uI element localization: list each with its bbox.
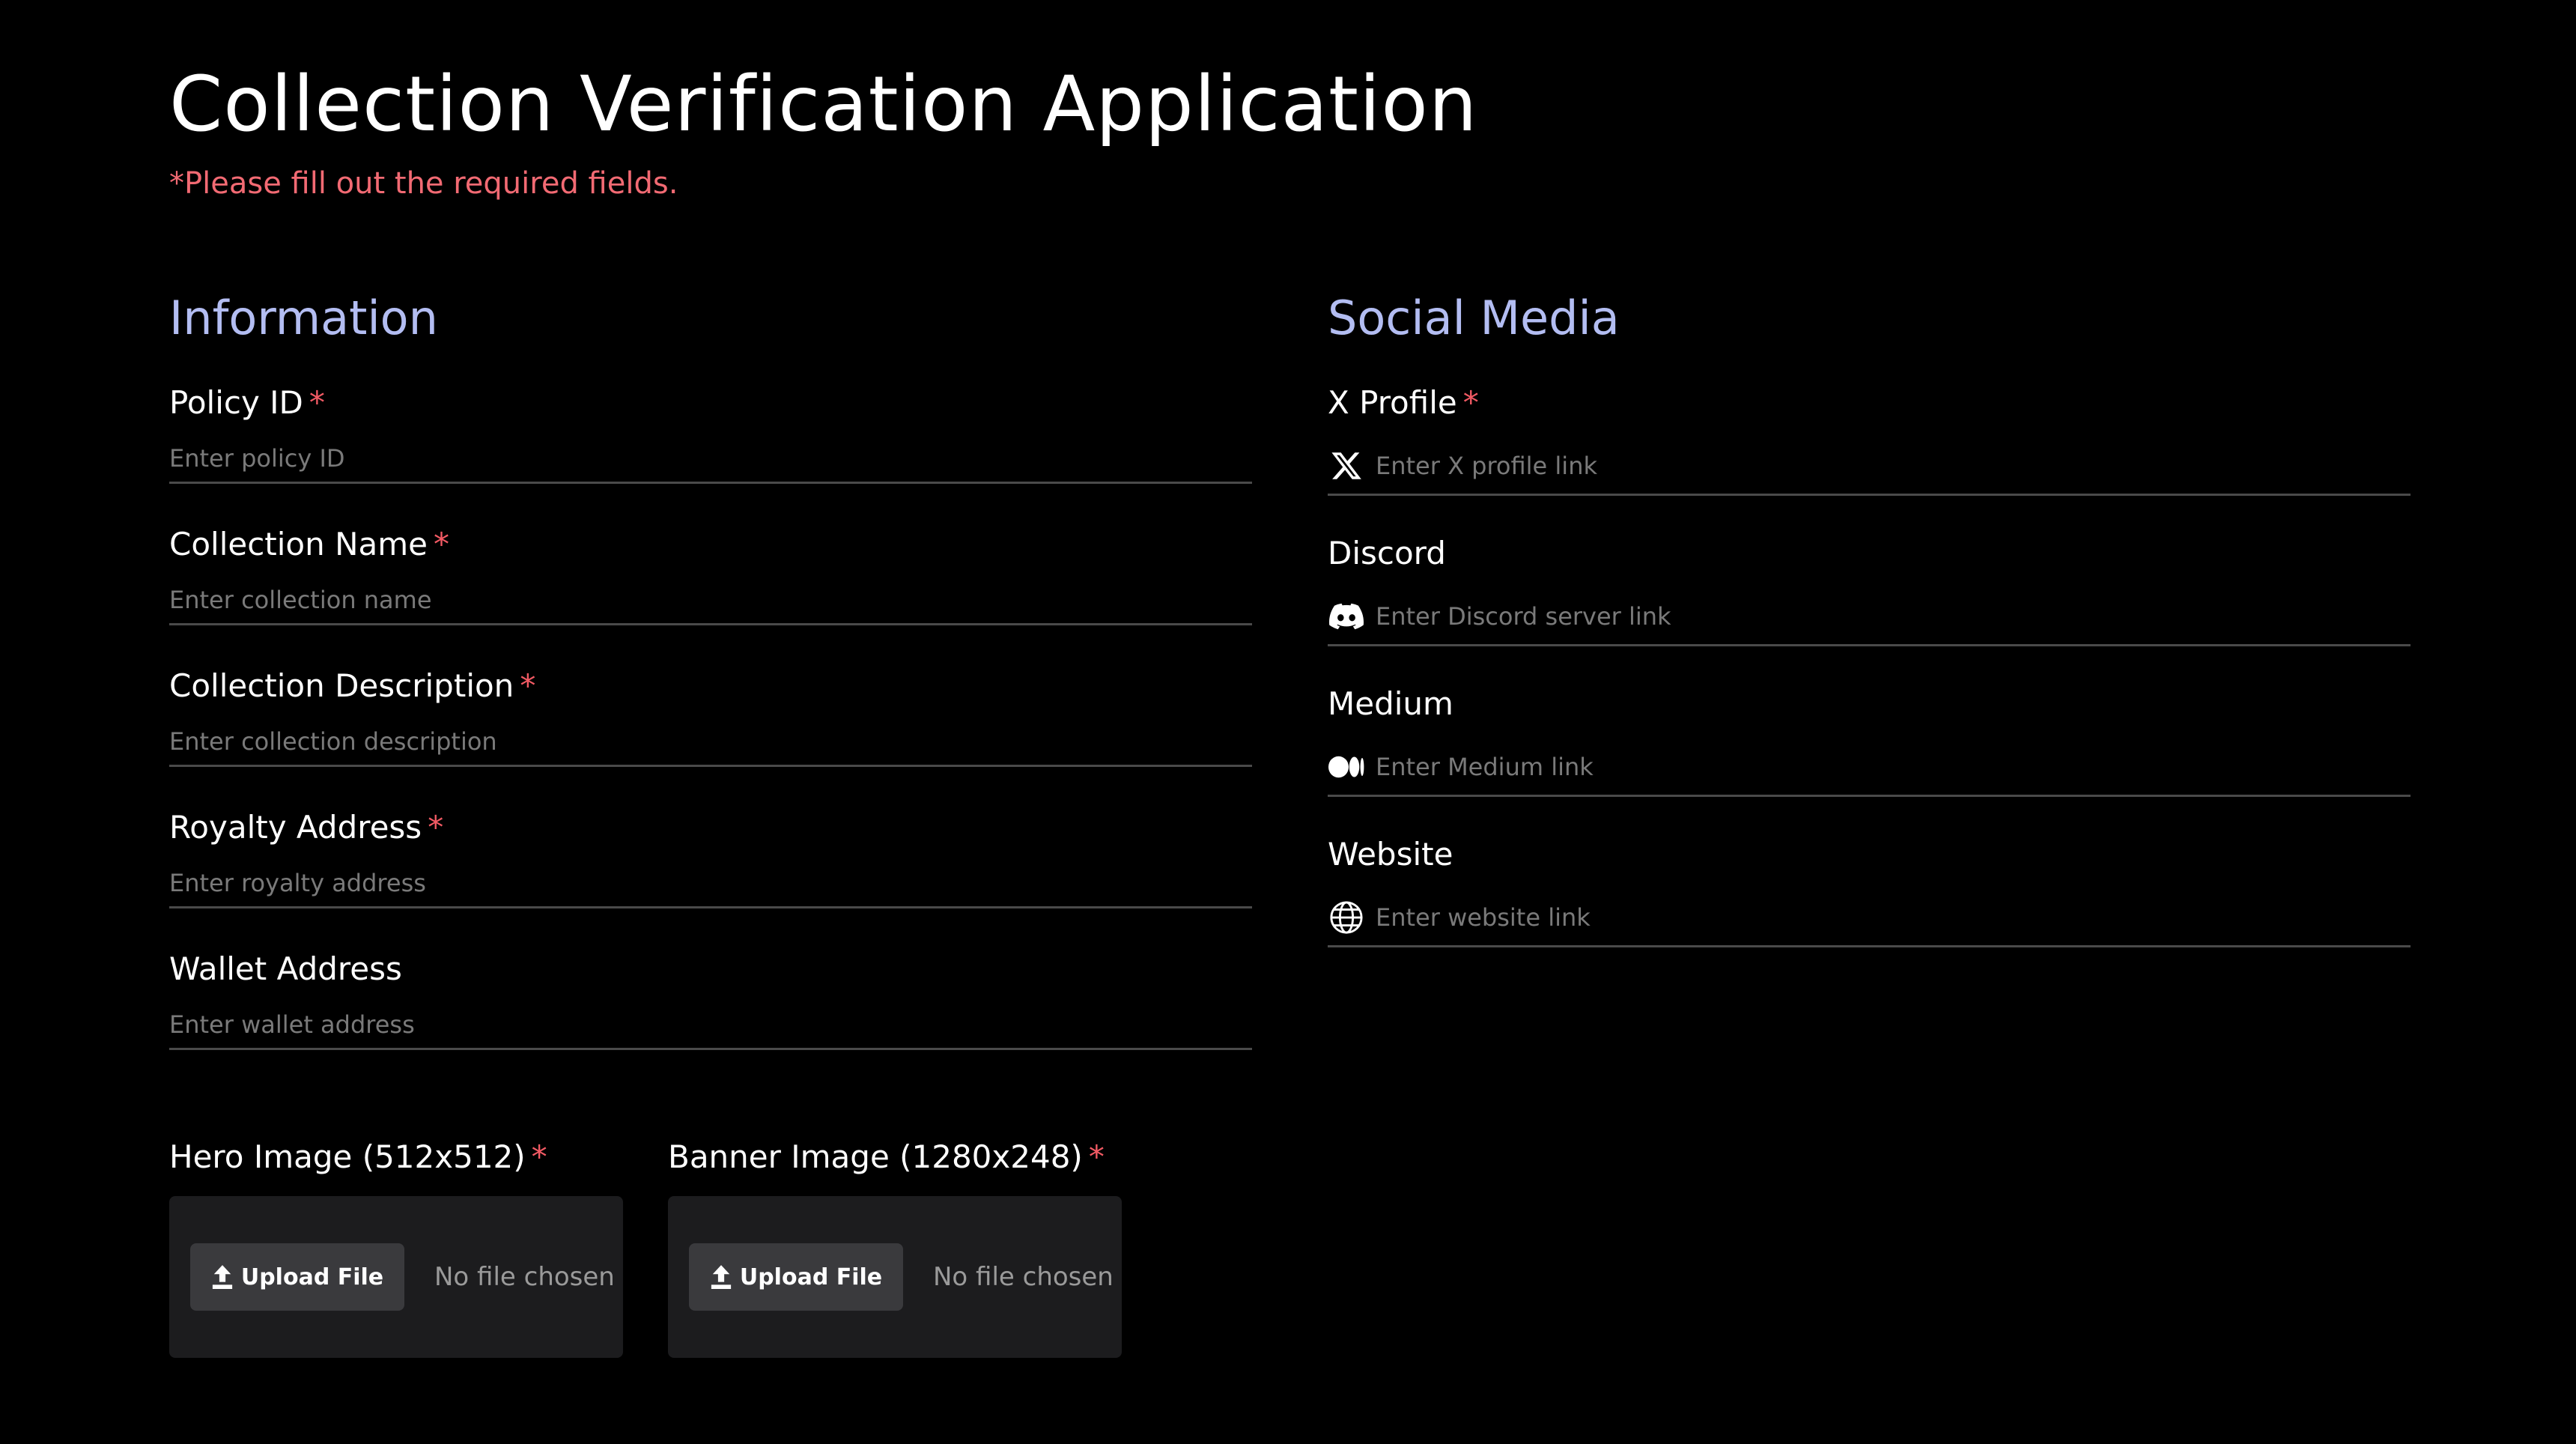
discord-field: Discord (1328, 531, 2411, 682)
collection-name-input[interactable] (169, 576, 1252, 623)
image-uploads: Hero Image (512x512) * Upload File No fil… (169, 1135, 1122, 1358)
page-title: Collection Verification Application (169, 60, 1478, 149)
required-fields-note: *Please fill out the required fields. (169, 166, 678, 201)
wallet-address-label-text: Wallet Address (169, 950, 402, 987)
medium-input-row (1328, 738, 2411, 797)
collection-description-label-text: Collection Description (169, 667, 514, 704)
required-asterisk: * (434, 526, 450, 562)
hero-image-label-text: Hero Image (512x512) (169, 1138, 526, 1175)
royalty-address-label: Royalty Address * (169, 805, 1252, 850)
hero-image-dropzone[interactable]: Upload File No file chosen (169, 1196, 623, 1358)
collection-name-input-row (169, 576, 1252, 625)
policy-id-input-row (169, 434, 1252, 484)
collection-description-input[interactable] (169, 718, 1252, 765)
wallet-address-field: Wallet Address (169, 947, 1252, 1088)
social-media-heading: Social Media (1328, 291, 1620, 345)
royalty-address-input[interactable] (169, 859, 1252, 906)
hero-image-label: Hero Image (512x512) * (169, 1135, 623, 1180)
discord-label: Discord (1328, 531, 2411, 576)
hero-file-status: No file chosen (434, 1262, 615, 1292)
banner-upload-button[interactable]: Upload File (689, 1243, 903, 1311)
banner-image-dropzone[interactable]: Upload File No file chosen (668, 1196, 1122, 1358)
globe-icon (1328, 899, 1365, 936)
hero-upload-button[interactable]: Upload File (190, 1243, 404, 1311)
upload-icon (211, 1265, 234, 1289)
x-profile-input[interactable] (1376, 437, 2411, 494)
required-asterisk: * (531, 1138, 547, 1175)
collection-name-label-text: Collection Name (169, 526, 428, 562)
medium-input[interactable] (1376, 738, 2411, 795)
banner-file-status: No file chosen (933, 1262, 1114, 1292)
discord-label-text: Discord (1328, 535, 1446, 571)
policy-id-label-text: Policy ID (169, 384, 303, 421)
information-heading: Information (169, 291, 438, 345)
policy-id-input[interactable] (169, 434, 1252, 482)
collection-description-input-row (169, 718, 1252, 767)
wallet-address-input-row (169, 1001, 1252, 1050)
collection-name-label: Collection Name * (169, 522, 1252, 567)
hero-image-upload: Hero Image (512x512) * Upload File No fil… (169, 1135, 623, 1358)
policy-id-field: Policy ID * (169, 380, 1252, 522)
royalty-address-input-row (169, 859, 1252, 908)
x-profile-input-row (1328, 437, 2411, 496)
required-asterisk: * (309, 384, 325, 421)
collection-description-field: Collection Description * (169, 664, 1252, 805)
required-asterisk: * (520, 667, 536, 704)
required-asterisk: * (1088, 1138, 1105, 1175)
x-profile-label-text: X Profile (1328, 384, 1457, 421)
medium-label: Medium (1328, 682, 2411, 726)
wallet-address-input[interactable] (169, 1001, 1252, 1048)
website-input[interactable] (1376, 889, 2411, 945)
medium-icon (1328, 748, 1365, 786)
application-page: Collection Verification Application *Ple… (0, 0, 2576, 1444)
website-label-text: Website (1328, 836, 1453, 873)
website-field: Website (1328, 832, 2411, 983)
x-logo-icon (1328, 447, 1365, 485)
x-profile-label: X Profile * (1328, 380, 2411, 425)
wallet-address-label: Wallet Address (169, 947, 1252, 992)
discord-input[interactable] (1376, 588, 2411, 644)
collection-description-label: Collection Description * (169, 664, 1252, 709)
website-input-row (1328, 889, 2411, 947)
x-profile-field: X Profile * (1328, 380, 2411, 531)
collection-name-field: Collection Name * (169, 522, 1252, 664)
social-media-section: Social Media X Profile* Discord Medium (1328, 286, 2411, 983)
policy-id-label: Policy ID * (169, 380, 1252, 425)
banner-image-upload: Banner Image (1280x248) * Upload File No … (668, 1135, 1122, 1358)
required-asterisk: * (1462, 384, 1479, 421)
banner-image-label: Banner Image (1280x248) * (668, 1135, 1122, 1180)
hero-upload-button-label: Upload File (240, 1264, 384, 1290)
banner-upload-button-label: Upload File (739, 1264, 883, 1290)
discord-icon (1328, 598, 1365, 635)
website-label: Website (1328, 832, 2411, 877)
royalty-address-label-text: Royalty Address (169, 809, 422, 846)
medium-label-text: Medium (1328, 685, 1453, 722)
banner-image-label-text: Banner Image (1280x248) (668, 1138, 1083, 1175)
royalty-address-field: Royalty Address * (169, 805, 1252, 947)
required-asterisk: * (428, 809, 444, 846)
medium-field: Medium (1328, 682, 2411, 832)
upload-icon (710, 1265, 732, 1289)
information-section: Information Policy ID* Collection Name* … (169, 286, 1252, 1088)
discord-input-row (1328, 588, 2411, 646)
